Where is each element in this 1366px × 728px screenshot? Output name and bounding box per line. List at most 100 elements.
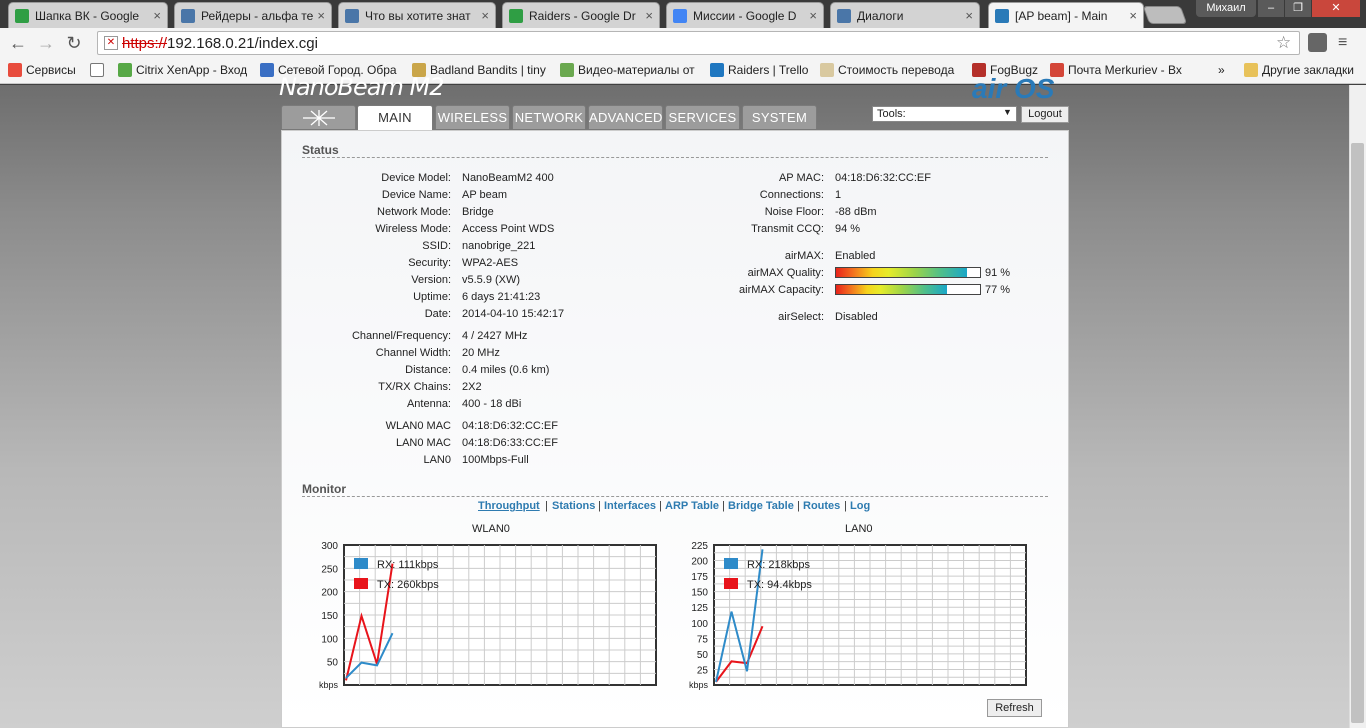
trello-icon xyxy=(710,63,724,77)
bookmark-item[interactable]: Почта Merkuriev - Вх xyxy=(1050,63,1182,77)
minimize-icon[interactable]: – xyxy=(1258,0,1284,17)
close-tab-icon[interactable]: × xyxy=(645,8,653,23)
browser-tab[interactable]: Raiders - Google Dr × xyxy=(502,2,660,28)
link-separator: | xyxy=(797,500,800,512)
monitor-link-bridge-table[interactable]: Bridge Table xyxy=(728,500,794,512)
airmax-quality-fill xyxy=(836,268,968,277)
browser-tab-label: [AP beam] - Main xyxy=(1015,8,1108,23)
status-value: 2014-04-10 15:42:17 xyxy=(462,308,565,320)
status-label: TX/RX Chains: xyxy=(378,381,451,393)
monitor-link-arp-table[interactable]: ARP Table xyxy=(665,500,719,512)
close-window-icon[interactable]: ✕ xyxy=(1312,0,1360,17)
device-tab-system[interactable]: SYSTEM xyxy=(742,105,817,129)
y-tick-label: 50 xyxy=(697,650,709,661)
status-value: 20 MHz xyxy=(462,347,500,359)
status-label: SSID: xyxy=(422,240,451,252)
logout-button[interactable]: Logout xyxy=(1021,106,1069,123)
airmax-capacity-fill xyxy=(836,285,947,294)
status-label: Device Name: xyxy=(381,189,451,201)
other-bookmarks[interactable]: Другие закладки xyxy=(1244,63,1354,77)
scrollbar-thumb[interactable] xyxy=(1351,143,1364,723)
status-value: 94 % xyxy=(835,223,861,235)
reload-icon[interactable]: ↻ xyxy=(62,32,86,54)
browser-tab[interactable]: Миссии - Google D × xyxy=(666,2,824,28)
bookmark-item[interactable] xyxy=(90,63,108,77)
h-icon xyxy=(560,63,574,77)
ubiquiti-logo-tab[interactable] xyxy=(281,105,356,129)
device-tab-services[interactable]: SERVICES xyxy=(665,105,740,129)
bookmark-label: Citrix XenApp - Вход xyxy=(136,63,248,77)
y-tick-label: 75 xyxy=(697,634,709,645)
legend-swatch xyxy=(724,578,738,589)
bookmark-label: Badland Bandits | tiny xyxy=(430,63,546,77)
monitor-link-interfaces[interactable]: Interfaces xyxy=(604,500,656,512)
y-tick-label: 200 xyxy=(691,557,708,568)
browser-tab[interactable]: Шапка ВК - Google × xyxy=(8,2,168,28)
address-bar[interactable]: ✕ https:// 192.168.0.21/index.cgi xyxy=(97,31,1300,55)
refresh-button[interactable]: Refresh xyxy=(987,699,1042,717)
back-icon[interactable]: ← xyxy=(6,32,30,54)
status-label: WLAN0 MAC xyxy=(385,420,451,432)
star-icon[interactable]: ☆ xyxy=(1276,33,1291,53)
bookmark-label: Raiders | Trello xyxy=(728,63,809,77)
y-tick-label: 100 xyxy=(321,634,338,645)
close-tab-icon[interactable]: × xyxy=(1129,8,1137,23)
google-drive-icon xyxy=(509,8,523,23)
browser-tab[interactable]: Рейдеры - альфа те × xyxy=(174,2,332,28)
new-tab-button[interactable] xyxy=(1142,6,1188,24)
device-tab-advanced[interactable]: ADVANCED xyxy=(588,105,663,129)
status-label: Channel/Frequency: xyxy=(351,330,451,342)
status-value: -88 dBm xyxy=(835,206,877,218)
browser-tab[interactable]: Диалоги × xyxy=(830,2,980,28)
bookmark-item[interactable]: Сервисы xyxy=(8,63,76,77)
menu-icon[interactable]: ≡ xyxy=(1338,34,1347,52)
monitor-link-throughput[interactable]: Throughput xyxy=(478,500,540,512)
status-label: Device Model: xyxy=(381,172,451,184)
extension-icon[interactable] xyxy=(1308,33,1327,52)
device-tab-network[interactable]: NETWORK xyxy=(512,105,586,129)
bookmark-item[interactable]: Citrix XenApp - Вход xyxy=(118,63,247,77)
monitor-link-routes[interactable]: Routes xyxy=(803,500,840,512)
device-tab-wireless[interactable]: WIRELESS xyxy=(435,105,510,129)
status-label: Security: xyxy=(408,257,451,269)
device-tab-main[interactable]: MAIN xyxy=(357,105,433,130)
close-tab-icon[interactable]: × xyxy=(809,8,817,23)
close-tab-icon[interactable]: × xyxy=(965,8,973,23)
folder-icon xyxy=(1244,63,1258,77)
tools-dropdown[interactable]: Tools: xyxy=(872,106,1017,122)
maximize-icon[interactable]: ❐ xyxy=(1285,0,1311,17)
browser-tab-label: Шапка ВК - Google xyxy=(35,8,140,23)
status-value: 4 / 2427 MHz xyxy=(462,330,528,342)
bookmark-item[interactable]: Видео-материалы от xyxy=(560,63,695,77)
url-text: 192.168.0.21/index.cgi xyxy=(167,34,318,52)
status-label: Connections: xyxy=(759,189,824,201)
y-tick-label: 150 xyxy=(691,588,708,599)
y-axis-unit: kbps xyxy=(689,680,709,690)
forward-icon[interactable]: → xyxy=(34,32,58,54)
close-tab-icon[interactable]: × xyxy=(153,8,161,23)
status-section-title: Status xyxy=(302,143,339,157)
y-axis-unit: kbps xyxy=(319,680,339,690)
browser-tab[interactable]: [AP beam] - Main × xyxy=(988,2,1144,28)
close-tab-icon[interactable]: × xyxy=(481,8,489,23)
status-label: Noise Floor: xyxy=(764,206,824,218)
profile-button[interactable]: Михаил xyxy=(1196,0,1256,17)
monitor-link-log[interactable]: Log xyxy=(850,500,870,512)
monitor-divider xyxy=(302,496,1048,497)
browser-tab[interactable]: Что вы хотите знат × xyxy=(338,2,496,28)
airmax-quality-value: 91 % xyxy=(985,267,1011,279)
y-tick-label: 200 xyxy=(321,588,338,599)
link-separator: | xyxy=(545,500,548,512)
bookmark-item[interactable]: Стоимость перевода xyxy=(820,63,954,77)
legend-label: RX: 218kbps xyxy=(747,559,810,571)
status-label: LAN0 MAC xyxy=(395,437,451,449)
monitor-section-title: Monitor xyxy=(302,482,346,496)
status-value: v5.5.9 (XW) xyxy=(462,274,521,286)
monitor-link-stations[interactable]: Stations xyxy=(552,500,595,512)
y-tick-label: 175 xyxy=(691,572,708,583)
close-tab-icon[interactable]: × xyxy=(317,8,325,23)
status-label: airMAX: xyxy=(784,250,824,262)
browser-tab-label: Диалоги xyxy=(857,8,904,23)
bookmark-item[interactable]: Raiders | Trello xyxy=(710,63,808,77)
bookmarks-more-icon[interactable]: » xyxy=(1218,63,1225,77)
